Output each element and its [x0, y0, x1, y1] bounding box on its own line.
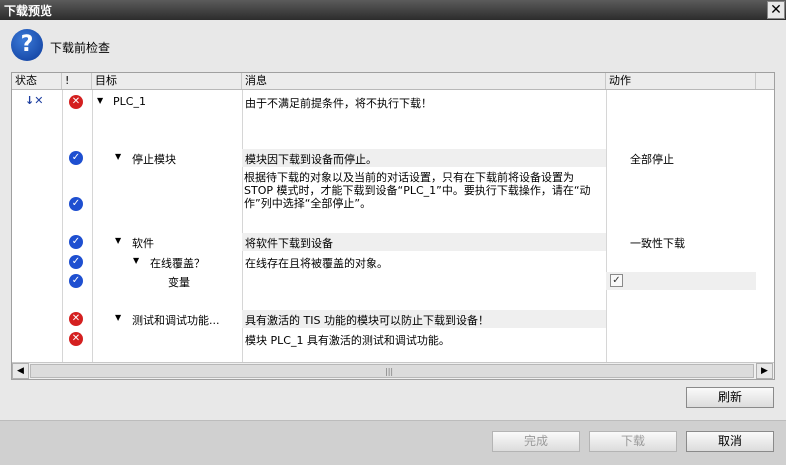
- table-header: 状态 ! 目标 消息 动作: [12, 73, 774, 90]
- title-bar: 下载预览 ✕: [0, 0, 786, 20]
- message-cell: 模块因下载到设备而停止。: [245, 153, 377, 166]
- scroll-thumb[interactable]: |||: [30, 364, 754, 378]
- table-row[interactable]: ✓ ▼ 在线覆盖？ 在线存在且将被覆盖的对象。: [12, 253, 774, 271]
- target-cell: 测试和调试功能...: [132, 314, 220, 327]
- finish-button[interactable]: 完成: [492, 431, 580, 452]
- check-table: 状态 ! 目标 消息 动作 ↓✕ ✕ ▼ PLC_1 由于不满足前提条件，将不执…: [11, 72, 775, 380]
- action-select[interactable]: 一致性下载: [630, 235, 685, 251]
- message-cell: 具有激活的 TIS 功能的模块可以防止下载到设备！: [245, 314, 489, 327]
- chevron-down-icon[interactable]: ▼: [133, 256, 139, 265]
- action-select[interactable]: 全部停止: [630, 151, 674, 167]
- target-cell: PLC_1: [113, 95, 146, 108]
- message-cell: 模块 PLC_1 具有激活的测试和调试功能。: [245, 334, 450, 347]
- target-cell: 变量: [168, 276, 190, 289]
- download-go-online-icon: ↓✕: [25, 94, 44, 107]
- message-cell: 将软件下载到设备: [245, 237, 333, 250]
- footer: 完成 下载 取消: [0, 420, 786, 465]
- table-row[interactable]: ✕ 模块 PLC_1 具有激活的测试和调试功能。: [12, 330, 774, 348]
- col-action[interactable]: 动作: [606, 73, 756, 89]
- target-cell: 在线覆盖？: [150, 257, 205, 270]
- chevron-down-icon[interactable]: ▼: [115, 236, 121, 245]
- message-cell: 由于不满足前提条件，将不执行下载！: [245, 97, 432, 110]
- cancel-button[interactable]: 取消: [686, 431, 774, 452]
- table-row[interactable]: ✓ 变量 ✓: [12, 272, 774, 290]
- chevron-down-icon[interactable]: ▼: [115, 152, 121, 161]
- window-title: 下载预览: [4, 4, 53, 18]
- question-icon: ?: [11, 29, 43, 61]
- error-icon: ✕: [69, 95, 83, 109]
- table-row[interactable]: ↓✕ ✕ ▼ PLC_1 由于不满足前提条件，将不执行下载！: [12, 93, 774, 111]
- header: ? 下载前检查: [0, 20, 786, 70]
- check-icon: ✓: [69, 151, 83, 165]
- check-icon: ✓: [69, 235, 83, 249]
- table-row[interactable]: ✓ ▼ 软件 将软件下载到设备 一致性下载: [12, 233, 774, 251]
- message-cell: 在线存在且将被覆盖的对象。: [245, 257, 388, 270]
- scroll-grip: |||: [385, 367, 394, 376]
- header-text: 下载前检查: [50, 41, 111, 55]
- refresh-button[interactable]: 刷新: [686, 387, 774, 408]
- check-icon: ✓: [69, 197, 83, 211]
- overwrite-checkbox[interactable]: ✓: [610, 274, 623, 287]
- horizontal-scrollbar[interactable]: ◀ ||| ▶: [12, 362, 774, 379]
- col-target[interactable]: 目标: [92, 73, 242, 89]
- check-icon: ✓: [69, 274, 83, 288]
- table-row[interactable]: ✓ 根据待下载的对象以及当前的对话设置，只有在下载前将设备设置为 STOP 模式…: [12, 169, 774, 213]
- check-icon: ✓: [69, 255, 83, 269]
- table-row[interactable]: ✓ ▼ 停止模块 模块因下载到设备而停止。 全部停止: [12, 149, 774, 167]
- col-message[interactable]: 消息: [242, 73, 606, 89]
- download-preview-dialog: ? 下载前检查 状态 ! 目标 消息 动作 ↓✕ ✕ ▼ PLC_1 由于不满足…: [0, 20, 786, 465]
- target-cell: 软件: [132, 237, 154, 250]
- chevron-down-icon[interactable]: ▼: [115, 313, 121, 322]
- col-status[interactable]: 状态: [12, 73, 62, 89]
- target-cell: 停止模块: [132, 153, 176, 166]
- download-button[interactable]: 下载: [589, 431, 677, 452]
- error-icon: ✕: [69, 332, 83, 346]
- col-alert[interactable]: !: [62, 73, 92, 89]
- message-cell: 根据待下载的对象以及当前的对话设置，只有在下载前将设备设置为 STOP 模式时，…: [244, 171, 591, 210]
- close-button[interactable]: ✕: [767, 1, 785, 19]
- close-icon: ✕: [770, 2, 782, 18]
- table-row[interactable]: ✕ ▼ 测试和调试功能... 具有激活的 TIS 功能的模块可以防止下载到设备！: [12, 310, 774, 328]
- scroll-left-icon[interactable]: ◀: [12, 363, 29, 379]
- scroll-right-icon[interactable]: ▶: [756, 363, 773, 379]
- chevron-down-icon[interactable]: ▼: [97, 96, 103, 105]
- error-icon: ✕: [69, 312, 83, 326]
